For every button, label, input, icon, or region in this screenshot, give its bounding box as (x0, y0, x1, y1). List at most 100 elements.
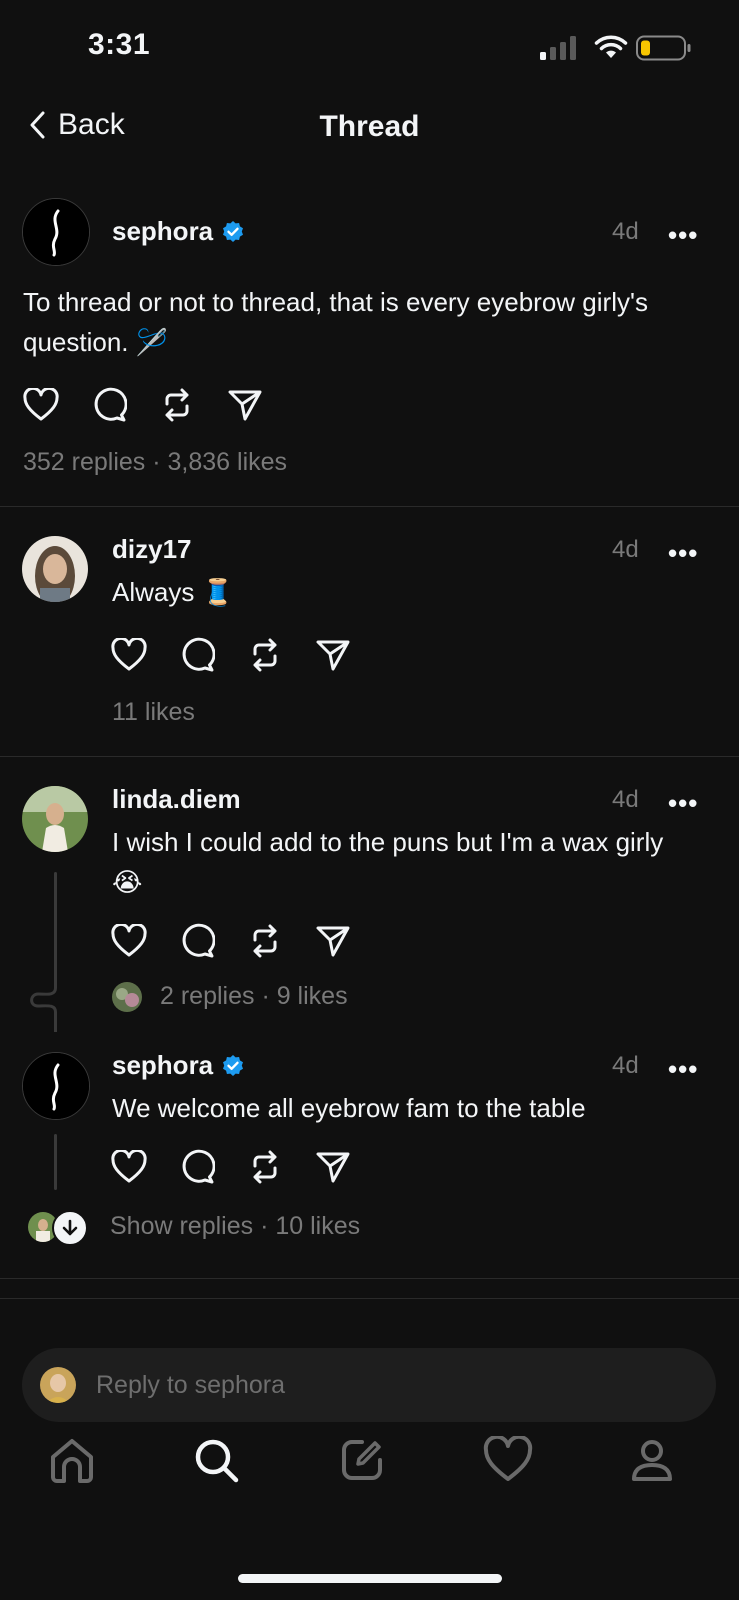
search-icon (195, 1439, 239, 1483)
reply-text: I wish I could add to the puns but I'm a… (112, 827, 664, 897)
more-options-button[interactable]: ••• (668, 538, 698, 569)
replier-avatar (112, 982, 142, 1012)
user-photo-icon (22, 786, 88, 852)
user-photo-icon (112, 982, 142, 1012)
repost-icon (253, 924, 277, 958)
like-button[interactable] (110, 1148, 148, 1186)
reply-author[interactable]: linda.diem (112, 784, 241, 815)
post-stats[interactable]: 352 replies · 3,836 likes (23, 448, 287, 477)
reply-author[interactable]: dizy17 (112, 534, 192, 565)
comment-button[interactable] (178, 636, 216, 674)
heart-icon (483, 1436, 533, 1481)
reply-author[interactable]: sephora (112, 1050, 245, 1081)
post-author[interactable]: sephora (112, 216, 245, 247)
user-photo-icon (40, 1367, 76, 1403)
page-title: Thread (319, 110, 420, 143)
post-text: To thread or not to thread, that is ever… (23, 287, 648, 357)
wifi-icon (594, 35, 628, 58)
sephora-logo-icon (23, 1053, 89, 1119)
more-options-button[interactable]: ••• (668, 788, 698, 819)
avatar[interactable] (22, 786, 88, 852)
thread-connector (54, 1134, 57, 1190)
comment-button[interactable] (178, 1148, 216, 1186)
share-button[interactable] (314, 922, 352, 960)
heart-icon (111, 638, 147, 671)
tab-home[interactable] (42, 1430, 102, 1490)
tab-profile[interactable] (622, 1430, 682, 1490)
share-button[interactable] (314, 636, 352, 674)
reply-composer[interactable] (22, 1348, 716, 1422)
send-icon (316, 640, 350, 671)
comment-icon (182, 1149, 215, 1184)
heart-icon (111, 924, 147, 957)
tab-activity[interactable] (478, 1430, 538, 1490)
reply-input[interactable] (94, 1369, 658, 1401)
comment-icon (94, 387, 127, 422)
like-button[interactable] (110, 636, 148, 674)
status-time: 3:31 (88, 28, 151, 61)
avatar[interactable] (22, 1052, 90, 1120)
username: linda.diem (112, 784, 241, 814)
username: sephora (112, 216, 214, 246)
sephora-logo-icon (23, 199, 89, 265)
reply-actions (110, 922, 352, 960)
tab-compose[interactable] (332, 1430, 392, 1490)
comment-button[interactable] (178, 922, 216, 960)
user-photo-icon (22, 536, 88, 602)
profile-icon (632, 1440, 672, 1481)
username: dizy17 (112, 534, 192, 564)
cellular-signal-icon (540, 36, 576, 60)
thread-loop-icon (30, 978, 57, 1032)
post-actions (22, 386, 264, 424)
comment-icon (182, 923, 215, 958)
repost-icon (253, 1150, 277, 1184)
divider (0, 756, 739, 757)
avatar[interactable] (22, 536, 88, 602)
send-icon (228, 390, 262, 421)
avatar (40, 1367, 76, 1403)
compose-icon (342, 1440, 382, 1480)
more-options-button[interactable]: ••• (668, 220, 698, 251)
reply-actions (110, 636, 352, 674)
timestamp: 4d (612, 786, 639, 813)
home-indicator (238, 1574, 502, 1583)
repost-button[interactable] (246, 1148, 284, 1186)
repost-icon (253, 638, 277, 672)
reply-stats[interactable]: 11 likes (112, 698, 195, 727)
tab-search[interactable] (186, 1430, 246, 1490)
timestamp: 4d (612, 536, 639, 563)
battery-low-icon (636, 35, 691, 61)
send-icon (316, 926, 350, 957)
reply-stats[interactable]: 2 replies · 9 likes (160, 982, 348, 1011)
verified-badge-icon (223, 1054, 244, 1076)
comment-icon (182, 637, 215, 672)
divider (0, 1278, 739, 1279)
expand-replies-button[interactable] (52, 1210, 88, 1246)
heart-icon (111, 1150, 147, 1183)
timestamp: 4d (612, 218, 639, 245)
send-icon (316, 1152, 350, 1183)
thread-connector (54, 872, 57, 982)
repost-button[interactable] (246, 922, 284, 960)
like-button[interactable] (110, 922, 148, 960)
arrow-down-icon (62, 1219, 78, 1236)
timestamp: 4d (612, 1052, 639, 1079)
reply-text: Always 🧵 (112, 577, 234, 607)
repost-button[interactable] (246, 636, 284, 674)
avatar[interactable] (22, 198, 90, 266)
repost-icon (165, 388, 189, 422)
repost-button[interactable] (158, 386, 196, 424)
share-button[interactable] (314, 1148, 352, 1186)
share-button[interactable] (226, 386, 264, 424)
heart-icon (23, 388, 59, 421)
reply-stats[interactable]: Show replies · 10 likes (110, 1212, 360, 1241)
verified-badge-icon (223, 220, 244, 242)
more-options-button[interactable]: ••• (668, 1054, 698, 1085)
divider (0, 506, 739, 507)
username: sephora (112, 1050, 214, 1080)
comment-button[interactable] (90, 386, 128, 424)
reply-actions (110, 1148, 352, 1186)
like-button[interactable] (22, 386, 60, 424)
reply-text: We welcome all eyebrow fam to the table (112, 1093, 586, 1123)
home-icon (51, 1439, 93, 1483)
